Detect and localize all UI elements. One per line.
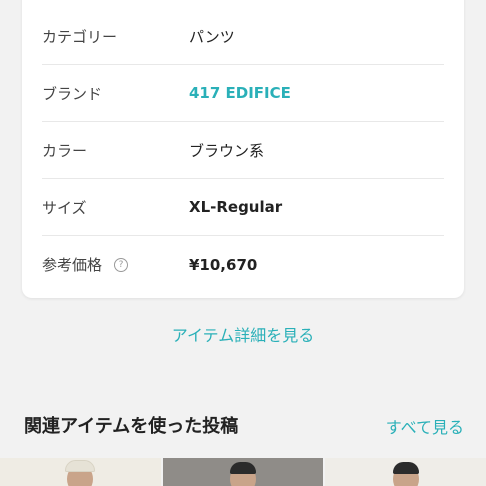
detail-label: カラー	[42, 141, 88, 160]
size-value: XL-Regular	[189, 198, 283, 216]
detail-label: サイズ	[42, 198, 87, 217]
post-thumbnail[interactable]	[0, 458, 161, 486]
detail-label: 参考価格 ?	[42, 254, 189, 275]
detail-row-category: カテゴリー パンツ	[42, 8, 444, 65]
item-detail-link[interactable]: アイテム詳細を見る	[0, 322, 486, 346]
price-label: 参考価格	[42, 256, 103, 274]
price-value: ¥10,670	[189, 255, 258, 274]
related-posts-thumbnails	[0, 458, 486, 486]
category-value: パンツ	[189, 27, 235, 46]
detail-label: ブランド	[42, 84, 103, 103]
hair-shape	[392, 462, 419, 474]
detail-row-color: カラー ブラウン系	[42, 122, 444, 179]
cap-shape	[65, 460, 96, 472]
detail-row-brand: ブランド 417 EDIFICE	[42, 65, 444, 122]
color-value: ブラウン系	[189, 141, 265, 160]
detail-row-size: サイズ XL-Regular	[42, 179, 444, 236]
hair-shape	[230, 462, 256, 474]
see-all-link[interactable]: すべて見る	[386, 414, 464, 438]
post-thumbnail[interactable]	[325, 458, 486, 486]
item-detail-card: カテゴリー パンツ ブランド 417 EDIFICE カラー ブラウン系 サイズ…	[22, 0, 464, 298]
help-icon[interactable]: ?	[114, 257, 129, 272]
related-posts-title: 関連アイテムを使った投稿	[24, 416, 239, 437]
brand-link[interactable]: 417 EDIFICE	[189, 84, 291, 102]
post-thumbnail[interactable]	[162, 458, 324, 486]
detail-row-price: 参考価格 ? ¥10,670	[42, 236, 444, 293]
detail-label: カテゴリー	[42, 27, 118, 46]
